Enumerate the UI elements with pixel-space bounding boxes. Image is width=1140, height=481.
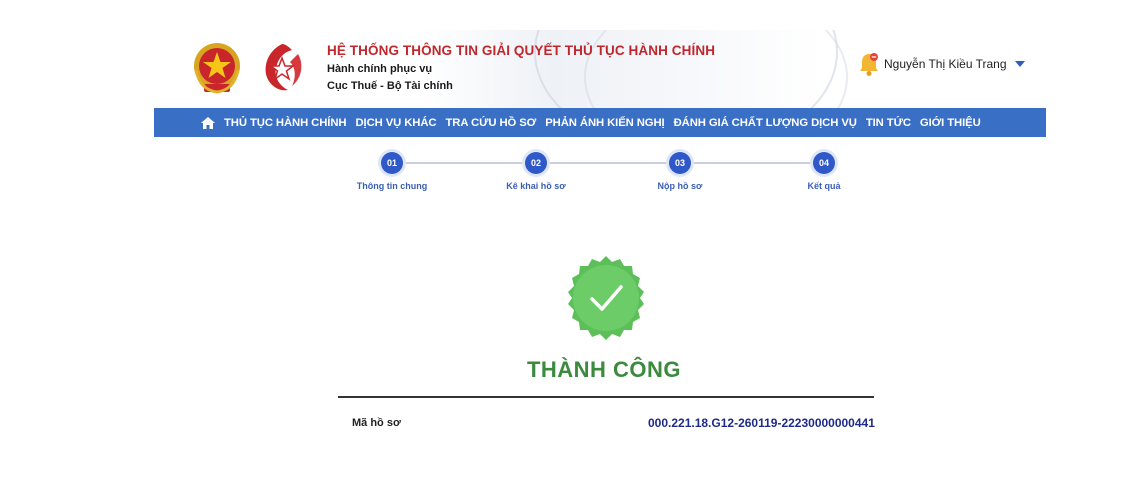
system-subtitle: Hành chính phục vụ <box>327 63 433 75</box>
steps-connector <box>392 162 836 164</box>
page: HỆ THỐNG THÔNG TIN GIẢI QUYẾT THỦ TỤC HÀ… <box>0 0 1140 481</box>
user-name[interactable]: Nguyễn Thị Kiều Trang <box>884 57 1007 71</box>
progress-steps: 01 Thông tin chung 02 Kê khai hồ sơ 03 N… <box>340 150 860 200</box>
step-2-circle: 02 <box>525 152 547 174</box>
nav-item-phan-anh-kien-nghi[interactable]: PHẢN ÁNH KIẾN NGHỊ <box>545 117 664 129</box>
home-icon[interactable] <box>200 115 216 131</box>
nav-item-danh-gia-chat-luong[interactable]: ĐÁNH GIÁ CHẤT LƯỢNG DỊCH VỤ <box>674 117 857 129</box>
header: HỆ THỐNG THÔNG TIN GIẢI QUYẾT THỦ TỤC HÀ… <box>154 30 1046 108</box>
header-decoration <box>584 30 848 108</box>
step-3-circle: 03 <box>669 152 691 174</box>
national-emblem-icon <box>194 43 240 94</box>
step-1-circle: 01 <box>381 152 403 174</box>
divider <box>338 396 874 398</box>
step-2-label: Kê khai hồ sơ <box>506 181 566 191</box>
star-logo-icon <box>265 44 302 91</box>
record-id-label: Mã hồ sơ <box>352 417 401 429</box>
step-4-circle: 04 <box>813 152 835 174</box>
nav-item-tra-cuu-ho-so[interactable]: TRA CỨU HỒ SƠ <box>446 117 537 129</box>
step-1-label: Thông tin chung <box>356 181 428 191</box>
nav-item-gioi-thieu[interactable]: GIỚI THIỆU <box>920 117 981 129</box>
user-menu[interactable]: Nguyễn Thị Kiều Trang <box>858 52 1025 76</box>
record-id-value: 000.221.18.G12-260119-22230000000441 <box>648 416 875 430</box>
bell-icon[interactable] <box>858 51 880 77</box>
nav-item-tin-tuc[interactable]: TIN TỨC <box>866 117 911 129</box>
nav-item-thu-tuc-hanh-chinh[interactable]: THỦ TỤC HÀNH CHÍNH <box>224 117 347 129</box>
step-3-label: Nộp hồ sơ <box>657 181 703 191</box>
nav-item-dich-vu-khac[interactable]: DỊCH VỤ KHÁC <box>355 117 436 129</box>
success-status: THÀNH CÔNG <box>526 357 682 382</box>
system-title: HỆ THỐNG THÔNG TIN GIẢI QUYẾT THỦ TỤC HÀ… <box>327 43 716 58</box>
system-agency: Cục Thuế - Bộ Tài chính <box>327 80 453 92</box>
main-nav: THỦ TỤC HÀNH CHÍNH DỊCH VỤ KHÁC TRA CỨU … <box>154 108 1046 137</box>
chevron-down-icon[interactable] <box>1014 61 1025 67</box>
check-badge-icon <box>568 256 644 340</box>
step-4-label: Kết quả <box>807 181 841 191</box>
